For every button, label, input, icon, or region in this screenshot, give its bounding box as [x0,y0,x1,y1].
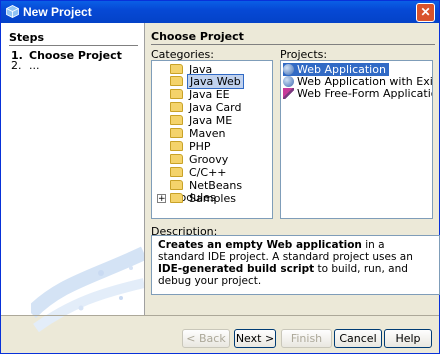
folder-icon [170,193,183,203]
steps-title: Steps [9,31,45,44]
category-c-cpp[interactable]: C/C++ [170,167,227,179]
cancel-button[interactable]: Cancel [334,329,382,348]
description-box: Creates an empty Web application in a st… [151,235,440,295]
globe-icon [283,64,294,75]
folder-icon [170,167,183,177]
globe-icon [283,76,294,87]
project-item-web-free-form[interactable]: Web Free-Form Application [283,87,432,100]
content-divider [151,44,435,45]
step-item: 2.... [11,59,40,72]
folder-icon [170,64,183,74]
category-java-card[interactable]: Java Card [170,102,241,114]
projects-list[interactable]: Web Application Web Application with Exi… [280,60,433,219]
content-panel: Choose Project Categories: Java Java Web… [147,23,440,315]
category-maven[interactable]: Maven [170,128,225,140]
new-project-dialog: New Project ✕ Steps 1. Choose Project 2..… [0,0,440,354]
title-bar[interactable]: New Project ✕ [1,1,439,23]
decorative-wave-image [31,246,144,333]
category-groovy[interactable]: Groovy [170,154,228,166]
brush-icon [283,88,294,99]
next-button[interactable]: Next > [234,329,276,348]
help-button[interactable]: Help [384,329,432,348]
folder-icon [170,115,183,125]
categories-tree[interactable]: Java Java Web Java EE Java Card Java ME … [151,60,273,219]
category-samples[interactable]: + Samples [157,193,236,205]
close-icon: ✕ [420,5,431,19]
window-title: New Project [23,5,92,19]
folder-icon [170,102,183,112]
steps-divider [9,45,138,46]
category-netbeans-modules[interactable]: NetBeans Modules [170,180,272,204]
category-java-web[interactable]: Java Web [170,74,244,89]
step-label: ... [29,59,40,72]
netbeans-cube-icon [6,5,19,18]
content-title: Choose Project [151,30,244,43]
category-java-me[interactable]: Java ME [170,115,232,127]
step-label: Choose Project [29,49,122,62]
finish-button[interactable]: Finish [281,329,332,348]
folder-icon [170,154,183,164]
steps-panel: Steps 1. Choose Project 2.... [1,23,145,333]
step-number: 2. [11,59,22,72]
folder-icon [170,180,183,190]
category-php[interactable]: PHP [170,141,211,153]
folder-icon [170,89,183,99]
folder-icon [170,76,183,86]
close-button[interactable]: ✕ [416,3,435,22]
folder-icon [170,128,183,138]
folder-icon [170,141,183,151]
footer-divider [1,315,439,316]
expand-plus-icon[interactable]: + [157,194,166,204]
back-button[interactable]: < Back [182,329,230,348]
category-java-ee[interactable]: Java EE [170,89,230,101]
